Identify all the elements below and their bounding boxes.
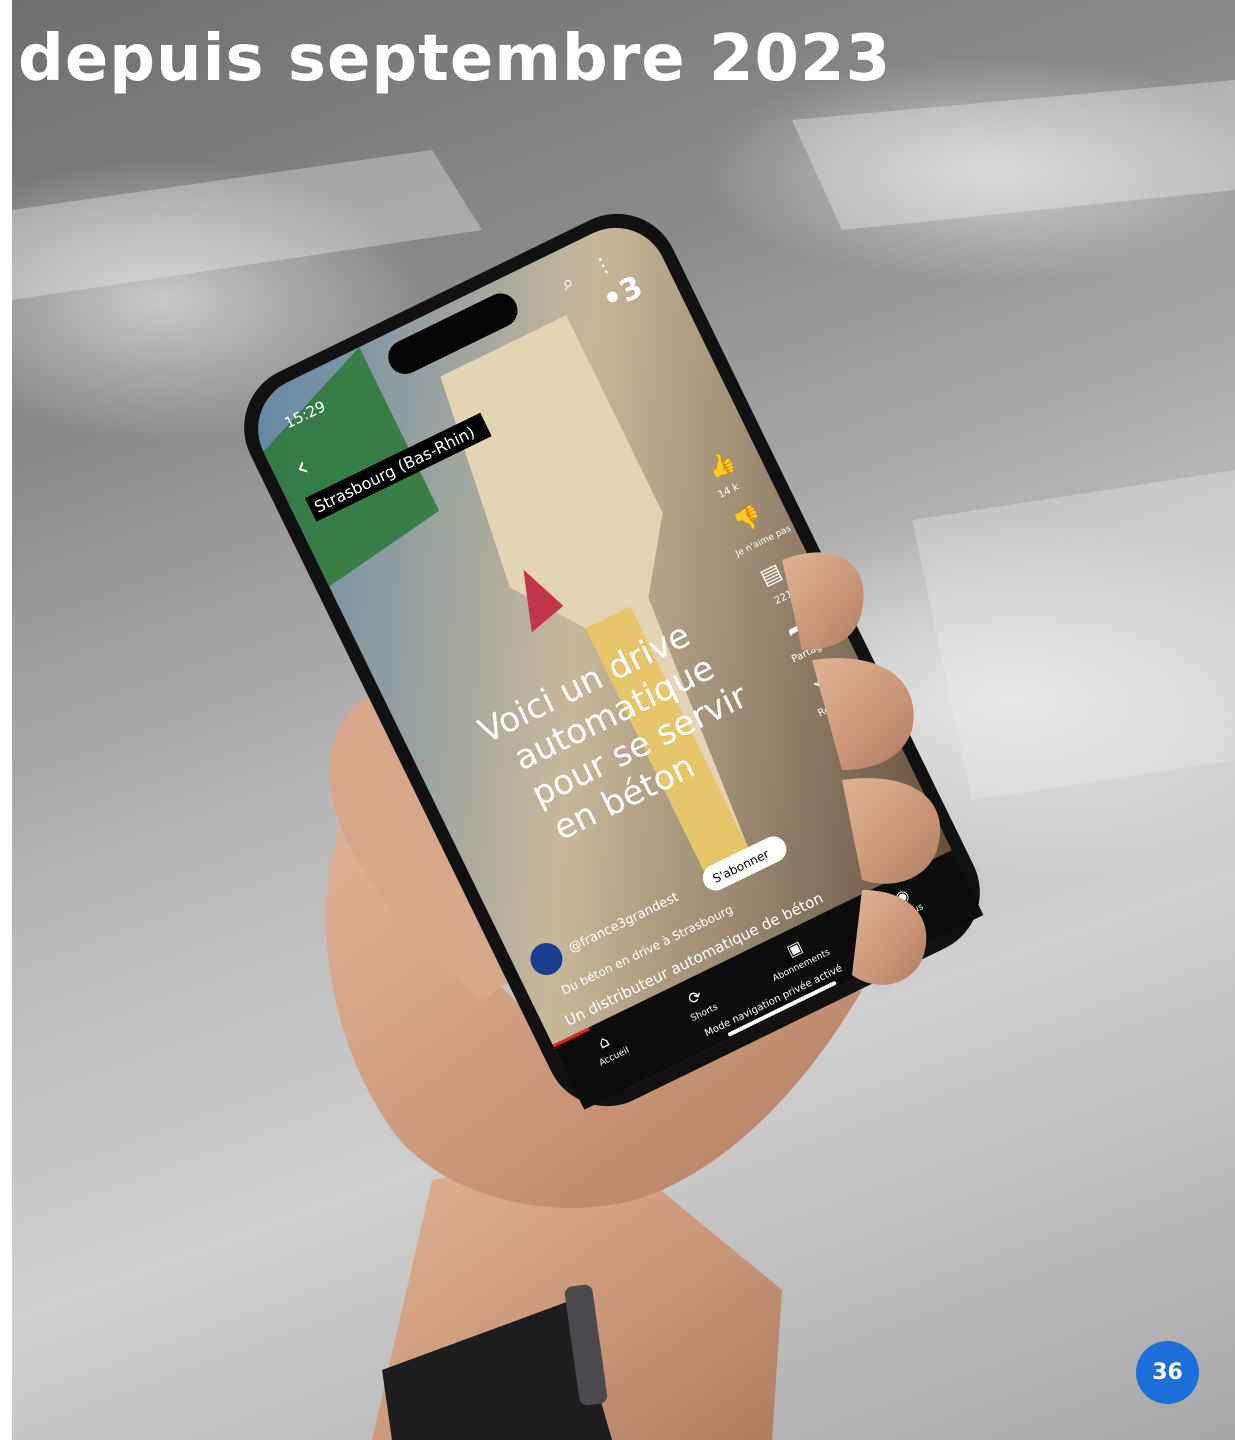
page-number-badge: 36 [1136,1341,1199,1404]
hand-holding-phone-photo: 15:29 ⌕ ⋮ •3 ‹ Strasbourg (Bas-Rhin) Voi… [12,80,1235,1440]
photo-background: 15:29 ⌕ ⋮ •3 ‹ Strasbourg (Bas-Rhin) Voi… [12,0,1235,1440]
page-title: depuis septembre 2023 [18,22,892,96]
page-number: 36 [1152,1360,1183,1385]
